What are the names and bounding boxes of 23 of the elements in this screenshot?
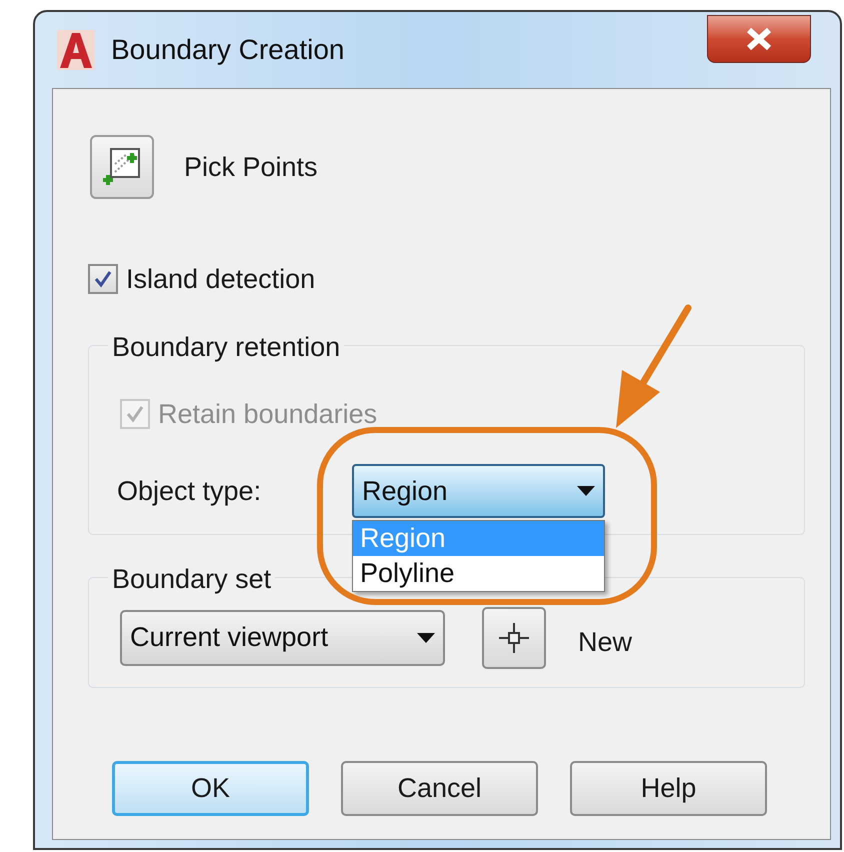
pick-points-label: Pick Points (184, 150, 318, 184)
pick-points-icon (101, 146, 143, 188)
window-title: Boundary Creation (111, 33, 344, 67)
dialog-button[interactable]: Cancel (341, 760, 538, 816)
crosshair-icon (497, 620, 531, 654)
app-logo-icon (57, 30, 95, 70)
dropdown-option[interactable]: Polyline (353, 556, 604, 591)
dialog-button[interactable]: OK (112, 760, 309, 816)
checkbox[interactable] (88, 264, 118, 294)
close-button[interactable] (707, 15, 811, 63)
caret-icon (577, 486, 595, 496)
new-label: New (578, 626, 632, 658)
object-type-dropdown[interactable]: Region (352, 464, 605, 518)
select-objects-button[interactable] (482, 606, 546, 668)
caret-icon (417, 632, 435, 642)
dialog-button[interactable]: Help (570, 760, 767, 816)
pick-points-button[interactable] (90, 135, 154, 199)
check-icon (92, 268, 114, 290)
checkbox-label: Retain boundaries (158, 398, 378, 430)
object-type-label: Object type: (117, 474, 262, 508)
checkbox-label: Island detection (126, 263, 316, 296)
close-icon (745, 27, 773, 51)
boundary-set-dropdown[interactable]: Current viewport (120, 610, 445, 666)
